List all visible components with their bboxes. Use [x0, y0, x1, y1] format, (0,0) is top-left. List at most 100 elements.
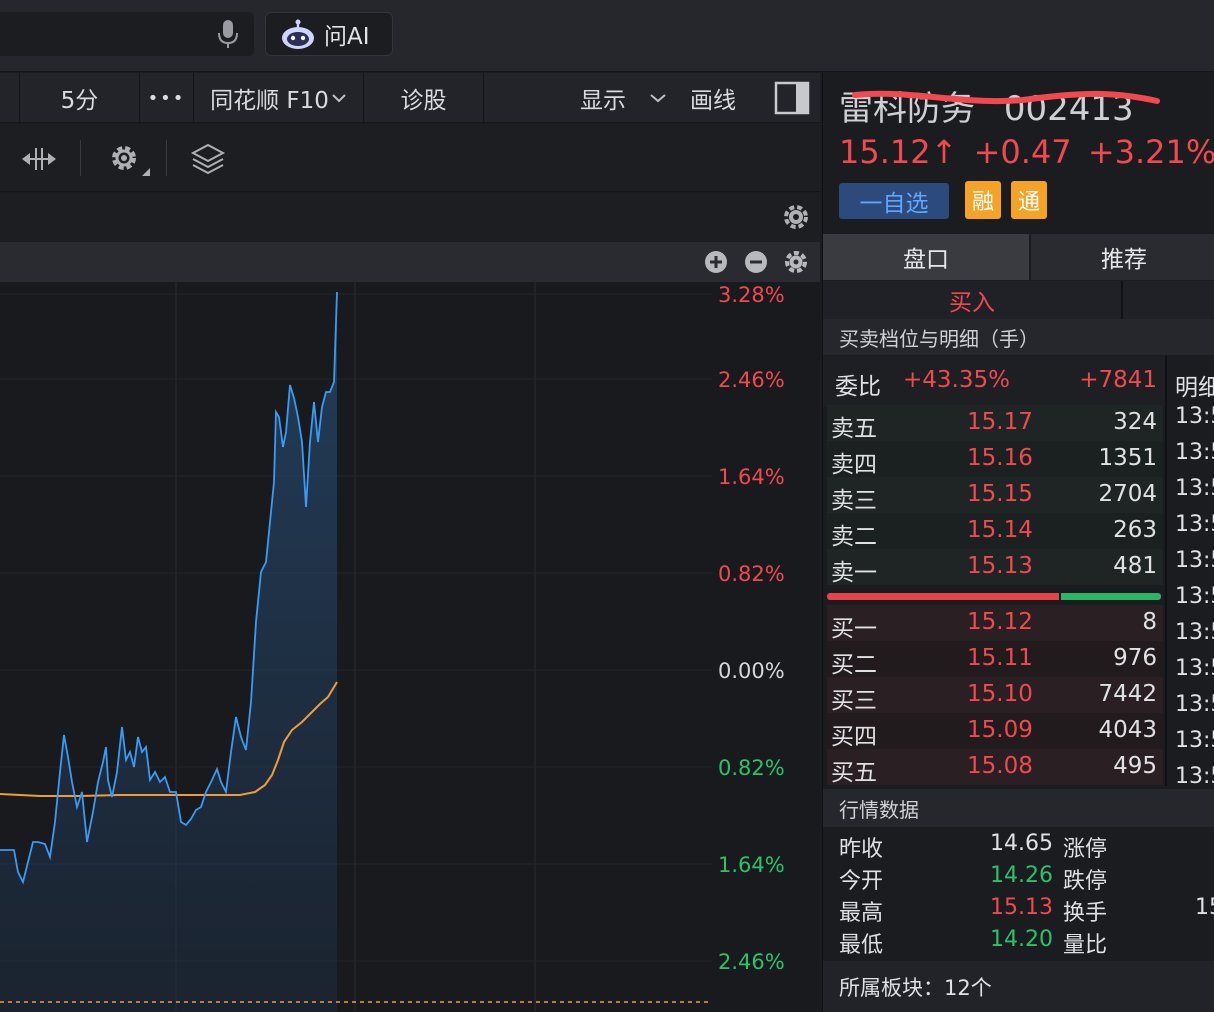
f10-dropdown[interactable]: 同花顺 F10 — [194, 73, 364, 123]
tab-orderbook-label: 盘口 — [903, 247, 949, 273]
prev-close-value: 14.65 — [990, 831, 1053, 856]
display-dropdown[interactable]: 显示 — [580, 73, 668, 123]
diagnose-label: 诊股 — [400, 88, 447, 114]
detail-time: 13:5 — [1175, 548, 1214, 573]
chart-toolbar: 5分 ••• 同花顺 F10 诊股 显示 画线 — [0, 73, 820, 123]
display-label: 显示 — [580, 88, 626, 114]
ask-price: 15.16 — [967, 445, 1033, 471]
bid-volume: 8 — [1142, 609, 1157, 635]
chart-header — [0, 242, 820, 282]
tab-orderbook[interactable]: 盘口 — [823, 234, 1031, 280]
intraday-chart-svg: 3.28% 2.46% 1.64% 0.82% 0.00% 0.82% 1.64% 2.46% — [0, 282, 785, 1012]
bid-strength-fill — [827, 593, 1059, 600]
chevron-down-icon — [650, 94, 666, 103]
tab-recommend[interactable]: 推荐 — [1033, 234, 1214, 280]
ask-price: 15.14 — [967, 517, 1033, 543]
ask-strength-fill — [1060, 593, 1161, 600]
turnover-value: 15 — [1195, 895, 1214, 920]
ask-row[interactable]: 卖三 15.15 2704 — [827, 477, 1163, 514]
bid-row[interactable]: 买五 15.08 495 — [827, 749, 1163, 786]
ask-volume: 2704 — [1098, 481, 1157, 507]
bid-price: 15.09 — [967, 717, 1033, 743]
tool-separator — [166, 140, 167, 176]
bid-ask-ratio-row: 委比 +43.35% +7841 — [823, 356, 1165, 406]
settings-gear-icon[interactable] — [108, 142, 152, 178]
sector-row[interactable]: 所属板块：12个 — [823, 961, 1214, 1012]
bid-label: 买四 — [831, 724, 877, 750]
prev-close-label: 昨收 — [839, 837, 884, 862]
bid-ask-strength-bar — [827, 593, 1161, 600]
period-label: 5分 — [60, 88, 99, 114]
detail-time: 13:5 — [1175, 584, 1214, 609]
orderbook-section-title: 买卖档位与明细（手） — [823, 319, 1214, 355]
period-5min-button[interactable]: 5分 — [20, 73, 140, 123]
panel-tabs: 盘口 推荐 — [823, 234, 1214, 280]
price-summary: 15.12↑ +0.47 +3.21% — [839, 133, 1214, 171]
fit-width-icon[interactable] — [20, 144, 58, 174]
indicator-settings-icon[interactable] — [782, 203, 810, 231]
axis-tick-label: 0.82% — [718, 756, 785, 780]
ask-row[interactable]: 卖二 15.14 263 — [827, 513, 1163, 550]
connect-badge[interactable]: 通 — [1011, 181, 1047, 219]
toolbar-spacer — [0, 73, 20, 123]
high-label: 最高 — [839, 901, 884, 926]
buy-subtab[interactable]: 买入 — [823, 281, 1123, 319]
chart-tools-row — [0, 124, 820, 192]
tool-separator — [80, 140, 81, 176]
bid-label: 买五 — [831, 760, 877, 786]
microphone-icon[interactable] — [216, 18, 240, 50]
intraday-chart[interactable]: 3.28% 2.46% 1.64% 0.82% 0.00% 0.82% 1.64% 2.46% — [0, 282, 820, 1012]
price-area-fill — [0, 292, 337, 1012]
axis-tick-label: 1.64% — [718, 465, 785, 489]
bid-row[interactable]: 买三 15.10 7442 — [827, 677, 1163, 714]
bid-volume: 495 — [1113, 753, 1157, 779]
ask-price: 15.13 — [967, 553, 1033, 579]
ask-row[interactable]: 卖五 15.17 324 — [827, 405, 1163, 442]
layers-icon[interactable] — [190, 142, 226, 176]
detail-time: 13:5 — [1175, 404, 1214, 429]
market-data-row: 昨收 14.65 涨停 — [823, 829, 1214, 862]
ratio-difference: +7841 — [1079, 367, 1157, 393]
axis-tick-label: 2.46% — [718, 950, 785, 974]
app-window: 问AI 5分 ••• 同花顺 F10 诊股 显示 画线 3.28% 2.46% … — [0, 0, 1214, 1012]
open-value: 14.26 — [990, 863, 1053, 888]
chart-settings-icon[interactable] — [783, 249, 809, 275]
panel-toggle-icon[interactable] — [774, 81, 810, 115]
ask-label: 卖三 — [831, 488, 877, 514]
axis-tick-label: 0.82% — [718, 562, 785, 586]
more-button[interactable]: ••• — [140, 73, 194, 123]
bid-volume: 4043 — [1098, 717, 1157, 743]
bid-volume: 976 — [1113, 645, 1157, 671]
zoom-in-icon[interactable] — [704, 250, 728, 274]
low-value: 14.20 — [990, 927, 1053, 952]
bid-row[interactable]: 买二 15.11 976 — [827, 641, 1163, 678]
ask-row[interactable]: 卖一 15.13 481 — [827, 549, 1163, 586]
redaction-scribble — [852, 90, 1160, 105]
bid-row[interactable]: 买一 15.12 8 — [827, 605, 1163, 642]
indicator-row — [0, 193, 820, 241]
market-data-title: 行情数据 — [823, 789, 1214, 827]
right-axis-labels: 3.28% 2.46% 1.64% 0.82% 0.00% 0.82% 1.64% 2.46% — [718, 283, 785, 974]
buy-subtab-label: 买入 — [949, 290, 995, 316]
diagnose-button[interactable]: 诊股 — [364, 73, 484, 123]
zoom-out-icon[interactable] — [744, 250, 768, 274]
orderbook-title: 买卖档位与明细（手） — [839, 326, 1039, 351]
ask-price: 15.15 — [967, 481, 1033, 507]
ask-ai-button[interactable]: 问AI — [265, 12, 393, 56]
detail-header: 明细 — [1175, 375, 1214, 401]
margin-badge[interactable]: 融 — [965, 181, 1001, 219]
trade-detail-column[interactable]: 明细 13:5 13:5 13:5 13:5 13:5 13:5 13:5 13… — [1165, 356, 1214, 786]
add-favorite-button[interactable]: 一自选 — [839, 183, 949, 219]
bid-price: 15.10 — [967, 681, 1033, 707]
bid-row[interactable]: 买四 15.09 4043 — [827, 713, 1163, 750]
axis-tick-label: 1.64% — [718, 853, 785, 877]
draw-line-button[interactable]: 画线 — [690, 73, 736, 123]
ask-row[interactable]: 卖四 15.16 1351 — [827, 441, 1163, 478]
ask-volume: 481 — [1113, 553, 1157, 579]
bid-label: 买三 — [831, 688, 877, 714]
detail-time: 13:5 — [1175, 764, 1214, 786]
quote-panel: 雷科防务 002413 15.12↑ +0.47 +3.21% 一自选 融 通 … — [822, 73, 1214, 1012]
market-data-title-label: 行情数据 — [839, 797, 919, 822]
ask-label: 卖二 — [831, 524, 877, 550]
detail-time: 13:5 — [1175, 656, 1214, 681]
